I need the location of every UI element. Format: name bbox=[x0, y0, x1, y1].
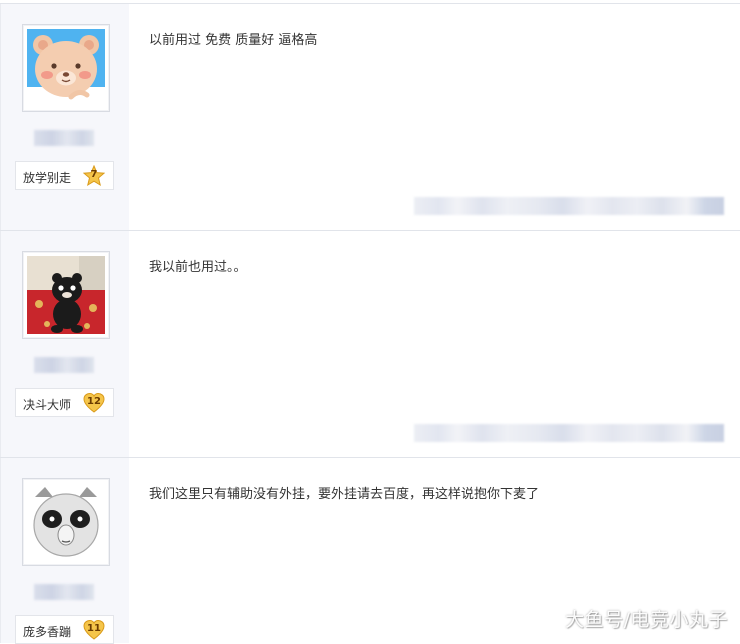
username-blurred[interactable] bbox=[34, 584, 94, 600]
post-meta-blurred bbox=[414, 424, 724, 442]
author-panel: 放学别走 7 bbox=[0, 4, 129, 230]
post-content: 以前用过 免费 质量好 逼格高 bbox=[149, 33, 318, 48]
member-title: 决斗大师 bbox=[23, 398, 72, 412]
level-badge: 11 bbox=[83, 619, 105, 641]
level-badge: 7 bbox=[83, 165, 105, 187]
forum-thread: 放学别走 7 以前用过 免费 质量好 逼格高 决斗大师 12 我以前也用过。。 … bbox=[0, 0, 740, 644]
level-number: 7 bbox=[90, 169, 98, 180]
avatar[interactable] bbox=[22, 251, 110, 339]
avatar[interactable] bbox=[22, 478, 110, 566]
member-title: 庞多香蹦 bbox=[23, 625, 72, 639]
forum-post: 放学别走 7 以前用过 免费 质量好 逼格高 bbox=[0, 3, 740, 230]
level-number: 11 bbox=[87, 623, 101, 634]
username-blurred[interactable] bbox=[34, 357, 94, 373]
author-panel: 庞多香蹦 11 bbox=[0, 458, 129, 644]
member-title: 放学别走 bbox=[23, 171, 72, 185]
avatar[interactable] bbox=[22, 24, 110, 112]
forum-post: 决斗大师 12 我以前也用过。。 bbox=[0, 230, 740, 457]
post-content: 我以前也用过。。 bbox=[149, 260, 247, 275]
panda-meme-avatar-icon bbox=[27, 483, 105, 561]
post-meta-blurred bbox=[414, 197, 724, 215]
member-title-badge[interactable]: 庞多香蹦 11 bbox=[15, 615, 114, 644]
member-title-badge[interactable]: 放学别走 7 bbox=[15, 161, 114, 190]
bear-avatar-icon bbox=[27, 29, 105, 107]
level-badge: 12 bbox=[83, 392, 105, 414]
username-blurred[interactable] bbox=[34, 130, 94, 146]
author-panel: 决斗大师 12 bbox=[0, 231, 129, 457]
member-title-badge[interactable]: 决斗大师 12 bbox=[15, 388, 114, 417]
kumamon-photo-avatar-icon bbox=[27, 256, 105, 334]
watermark: 大鱼号/电竞小丸子 bbox=[565, 609, 728, 631]
post-content: 我们这里只有辅助没有外挂，要外挂请去百度，再这样说抱你下麦了 bbox=[149, 487, 540, 502]
level-number: 12 bbox=[87, 396, 101, 407]
